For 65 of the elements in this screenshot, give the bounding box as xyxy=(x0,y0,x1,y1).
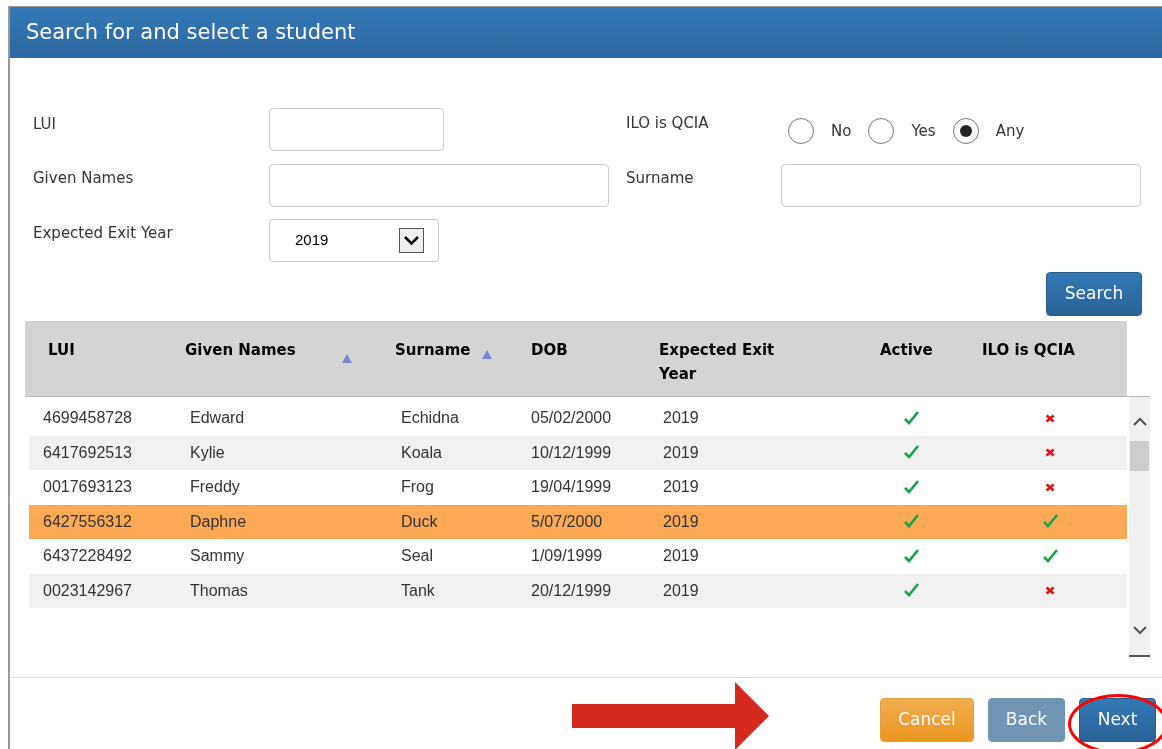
radio-button[interactable] xyxy=(788,118,814,144)
table-cell: Tank xyxy=(401,581,435,599)
column-header[interactable]: Active xyxy=(880,338,933,362)
column-header[interactable]: Given Names xyxy=(185,338,296,362)
table-cell: 5/07/2000 xyxy=(531,512,603,530)
table-cell: 6427556312 xyxy=(43,512,132,530)
table-cell: Thomas xyxy=(190,581,248,599)
table-cell: Edward xyxy=(190,409,245,427)
table-row[interactable]: 0023142967 Thomas Tank 20/12/1999 2019 xyxy=(29,573,1127,608)
table-cell: 2019 xyxy=(663,409,699,427)
table-cell: 19/04/1999 xyxy=(531,478,612,496)
column-header[interactable]: Surname xyxy=(395,338,471,362)
search-button[interactable]: Search xyxy=(1046,272,1142,316)
table-cell: Freddy xyxy=(190,478,240,496)
scroll-down-icon[interactable] xyxy=(1132,626,1147,635)
table-cell: Kylie xyxy=(190,443,225,461)
table-cell: 0017693123 xyxy=(43,478,132,496)
field-label: Given Names xyxy=(33,168,135,189)
scrollbar-thumb[interactable] xyxy=(1130,441,1149,471)
table-cell: 10/12/1999 xyxy=(531,443,612,461)
table-cell: Sammy xyxy=(190,547,245,565)
dropdown-icon[interactable] xyxy=(399,228,424,253)
table-cell: 2019 xyxy=(663,512,699,530)
scroll-up-icon[interactable] xyxy=(1132,417,1147,426)
sort-ascending-icon[interactable] xyxy=(341,354,352,363)
table-cell: 1/09/1999 xyxy=(531,547,603,565)
field-label: LUI xyxy=(33,114,57,135)
sort-ascending-icon[interactable] xyxy=(482,350,493,359)
table-cell: Frog xyxy=(401,478,434,496)
radio-button[interactable] xyxy=(868,118,895,144)
table-cell: 2019 xyxy=(663,581,699,599)
table-cell: 0023142967 xyxy=(43,581,132,599)
next-button[interactable]: Next xyxy=(1079,698,1156,742)
window-title: Search for and select a student xyxy=(26,18,356,46)
scrollbar[interactable] xyxy=(1129,397,1150,657)
table-row[interactable]: 6427556312 Daphne Duck 5/07/2000 2019 xyxy=(29,504,1127,539)
table-cell: Seal xyxy=(401,547,434,565)
table-cell: 6417692513 xyxy=(43,443,132,461)
column-header[interactable]: DOB xyxy=(531,338,568,362)
field-label: ILO is QCIA xyxy=(626,113,710,134)
table-cell: Duck xyxy=(401,512,438,530)
table-cell: 4699458728 xyxy=(43,409,132,427)
table-cell: 6437228492 xyxy=(43,547,132,565)
table-cell: 20/12/1999 xyxy=(531,581,612,599)
table-cell: Koala xyxy=(401,443,442,461)
given-names-input[interactable] xyxy=(269,164,609,207)
table-cell: 05/02/2000 xyxy=(531,409,612,427)
surname-input[interactable] xyxy=(781,164,1141,207)
column-header[interactable]: LUI xyxy=(48,338,75,362)
table-cell: Echidna xyxy=(401,409,459,427)
radio-label: Any xyxy=(995,120,1025,142)
column-header[interactable]: ILO is QCIA xyxy=(982,338,1075,362)
column-header[interactable]: Expected Exit Year xyxy=(659,338,809,386)
table-cell: 2019 xyxy=(663,443,699,461)
exit-year-select[interactable]: 2019 xyxy=(269,219,439,262)
radio-label: No xyxy=(831,120,852,142)
table-cell: 2019 xyxy=(663,478,699,496)
radio-button[interactable] xyxy=(952,118,979,144)
field-label: Expected Exit Year xyxy=(33,223,174,244)
lui-input[interactable] xyxy=(269,108,444,151)
field-label: Surname xyxy=(626,168,695,189)
radio-label: Yes xyxy=(911,120,936,142)
table-row[interactable]: 6417692513 Kylie Koala 10/12/1999 2019 xyxy=(29,435,1127,470)
table-cell: Daphne xyxy=(190,512,247,530)
table-cell: 2019 xyxy=(663,547,699,565)
